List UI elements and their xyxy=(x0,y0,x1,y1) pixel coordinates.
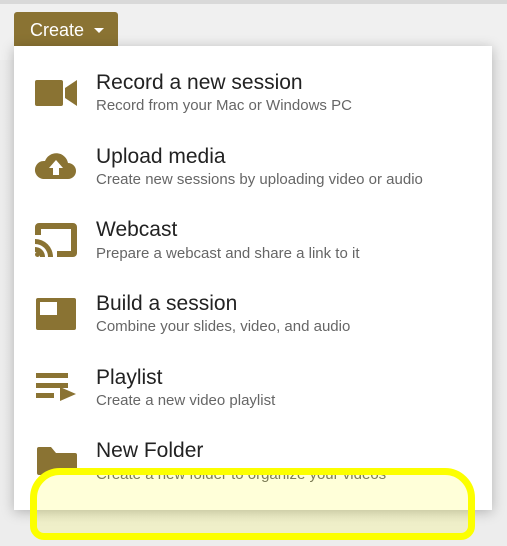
cloud-upload-icon xyxy=(32,147,80,187)
create-button[interactable]: Create xyxy=(14,12,118,49)
menu-item-webcast[interactable]: Webcast Prepare a webcast and share a li… xyxy=(14,203,492,277)
caret-down-icon xyxy=(94,28,104,33)
menu-title: Upload media xyxy=(96,144,474,169)
menu-item-build[interactable]: Build a session Combine your slides, vid… xyxy=(14,277,492,351)
menu-item-playlist[interactable]: Playlist Create a new video playlist xyxy=(14,351,492,425)
menu-title: Build a session xyxy=(96,291,474,316)
menu-title: Playlist xyxy=(96,365,474,390)
video-camera-icon xyxy=(32,73,80,113)
menu-title: Record a new session xyxy=(96,70,474,95)
menu-title: New Folder xyxy=(96,438,474,463)
cast-icon xyxy=(32,220,80,260)
menu-subtitle: Record from your Mac or Windows PC xyxy=(96,96,474,116)
menu-item-new-folder[interactable]: New Folder Create a new folder to organi… xyxy=(14,424,492,498)
menu-item-record[interactable]: Record a new session Record from your Ma… xyxy=(14,56,492,130)
menu-subtitle: Create new sessions by uploading video o… xyxy=(96,170,474,190)
playlist-icon xyxy=(32,368,80,408)
create-dropdown: Record a new session Record from your Ma… xyxy=(14,46,492,510)
menu-subtitle: Create a new folder to organize your vid… xyxy=(96,465,474,485)
menu-title: Webcast xyxy=(96,217,474,242)
menu-subtitle: Combine your slides, video, and audio xyxy=(96,317,474,337)
menu-subtitle: Prepare a webcast and share a link to it xyxy=(96,244,474,264)
create-button-label: Create xyxy=(30,20,84,41)
menu-item-upload[interactable]: Upload media Create new sessions by uplo… xyxy=(14,130,492,204)
folder-icon xyxy=(32,441,80,481)
slides-icon xyxy=(32,294,80,334)
menu-subtitle: Create a new video playlist xyxy=(96,391,474,411)
